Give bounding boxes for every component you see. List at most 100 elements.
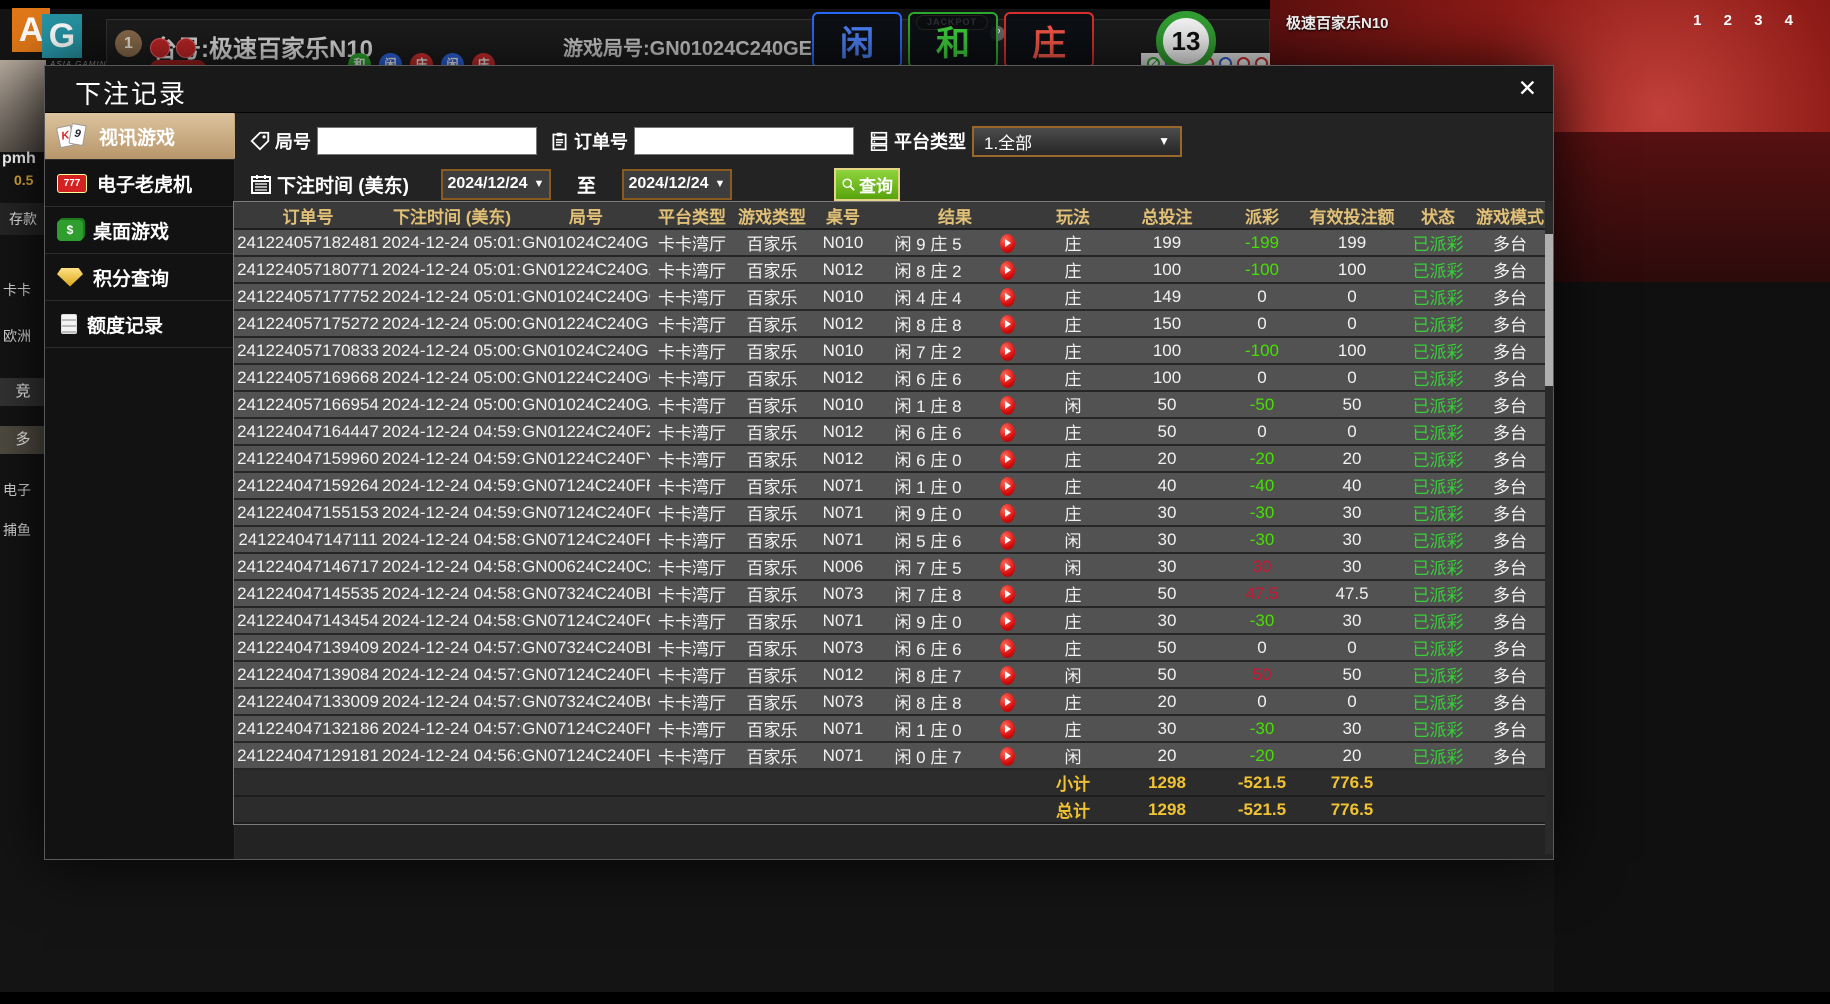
cell-bet-time: 2024-12-24 05:00:11 bbox=[382, 391, 522, 418]
date-to-value: 2024/12/24 bbox=[628, 175, 708, 193]
cell-order-id: 241224047143454 bbox=[234, 607, 382, 634]
cell-platform: 卡卡湾厅 bbox=[650, 688, 734, 715]
replay-icon[interactable] bbox=[1000, 612, 1015, 631]
cell-game-mode: 多台 bbox=[1474, 607, 1546, 634]
cell-round-id: GN07124C240FR bbox=[522, 472, 650, 499]
cell-bet-time: 2024-12-24 05:00:52 bbox=[382, 310, 522, 337]
cell-status: 已派彩 bbox=[1402, 391, 1474, 418]
table-row: 2412240471291812024-12-24 04:56:47GN0712… bbox=[234, 742, 1546, 769]
bet-area-tie[interactable]: 和 bbox=[908, 12, 998, 68]
cell-game-type: 百家乐 bbox=[734, 472, 810, 499]
platform-select[interactable]: 1.全部 ▼ bbox=[972, 126, 1182, 157]
cell-result: 闲 8 庄 8 bbox=[876, 310, 980, 337]
cell-game-mode: 多台 bbox=[1474, 445, 1546, 472]
cell-game-type: 百家乐 bbox=[734, 391, 810, 418]
replay-icon[interactable] bbox=[1000, 261, 1015, 280]
cell-total-bet: 50 bbox=[1112, 634, 1222, 661]
bet-area-player[interactable]: 闲 bbox=[812, 12, 902, 68]
replay-icon[interactable] bbox=[1000, 747, 1015, 766]
scrollbar-thumb[interactable] bbox=[1545, 234, 1553, 386]
cell-replay bbox=[980, 337, 1034, 364]
replay-icon[interactable] bbox=[1000, 720, 1015, 739]
order-filter-label: 订单号 bbox=[574, 128, 628, 154]
replay-icon[interactable] bbox=[1000, 477, 1015, 496]
cell-play-type: 庄 bbox=[1034, 256, 1112, 283]
cell-play-type: 闲 bbox=[1034, 553, 1112, 580]
replay-icon[interactable] bbox=[1000, 558, 1015, 577]
cell-total-bet: 199 bbox=[1112, 229, 1222, 256]
cell-valid-bet: 0 bbox=[1302, 283, 1402, 310]
column-header: 总投注 bbox=[1112, 202, 1222, 229]
replay-icon[interactable] bbox=[1000, 423, 1015, 442]
search-button[interactable]: 查询 bbox=[834, 168, 900, 201]
close-icon[interactable]: ✕ bbox=[1518, 75, 1537, 102]
cell-play-type: 庄 bbox=[1034, 283, 1112, 310]
bet-area-banker[interactable]: 庄 bbox=[1004, 12, 1094, 68]
cell-table-no: N073 bbox=[810, 580, 876, 607]
cell-platform: 卡卡湾厅 bbox=[650, 472, 734, 499]
cell-game-mode: 多台 bbox=[1474, 553, 1546, 580]
order-input[interactable] bbox=[634, 127, 854, 155]
cell-game-mode: 多台 bbox=[1474, 472, 1546, 499]
replay-icon[interactable] bbox=[1000, 693, 1015, 712]
summary-payout: -521.5 bbox=[1222, 769, 1302, 796]
search-button-label: 查询 bbox=[859, 172, 893, 197]
slot-machine-icon: 777 bbox=[57, 174, 87, 193]
bet-time-filter-label: 下注时间 (美东) bbox=[277, 171, 409, 198]
replay-icon[interactable] bbox=[1000, 315, 1015, 334]
sidebar-item-多[interactable]: 多 bbox=[0, 426, 46, 454]
date-to-picker[interactable]: 2024/12/24 ▼ bbox=[622, 169, 732, 200]
date-from-picker[interactable]: 2024/12/24 ▼ bbox=[441, 169, 551, 200]
sidebar-item-视讯游戏[interactable]: K9视讯游戏 bbox=[45, 113, 234, 160]
replay-icon[interactable] bbox=[1000, 639, 1015, 658]
cell-bet-time: 2024-12-24 04:57:08 bbox=[382, 715, 522, 742]
sidebar-item-积分查询[interactable]: 积分查询 bbox=[45, 254, 234, 301]
replay-icon[interactable] bbox=[1000, 396, 1015, 415]
table-row: 2412240571696682024-12-24 05:00:25GN0122… bbox=[234, 364, 1546, 391]
sidebar-item-欧洲[interactable]: 欧洲 bbox=[0, 326, 46, 346]
deposit-button[interactable]: 存款 bbox=[0, 203, 46, 235]
cell-platform: 卡卡湾厅 bbox=[650, 337, 734, 364]
cell-play-type: 庄 bbox=[1034, 229, 1112, 256]
replay-icon[interactable] bbox=[1000, 288, 1015, 307]
table-row: 2412240471644472024-12-24 04:59:56GN0122… bbox=[234, 418, 1546, 445]
cell-status: 已派彩 bbox=[1402, 310, 1474, 337]
replay-icon[interactable] bbox=[1000, 504, 1015, 523]
table-row: 2412240471434542024-12-24 04:58:05GN0712… bbox=[234, 607, 1546, 634]
cell-game-mode: 多台 bbox=[1474, 310, 1546, 337]
cell-status: 已派彩 bbox=[1402, 715, 1474, 742]
sidebar-item-label: 积分查询 bbox=[93, 264, 169, 291]
cell-bet-time: 2024-12-24 04:57:40 bbox=[382, 634, 522, 661]
replay-icon[interactable] bbox=[1000, 531, 1015, 550]
replay-icon[interactable] bbox=[1000, 585, 1015, 604]
sidebar-item-电子老虎机[interactable]: 777电子老虎机 bbox=[45, 160, 234, 207]
cell-valid-bet: 40 bbox=[1302, 472, 1402, 499]
cell-play-type: 闲 bbox=[1034, 391, 1112, 418]
cell-table-no: N071 bbox=[810, 742, 876, 769]
modal-title: 下注记录 bbox=[75, 74, 187, 111]
sidebar-item-卡卡[interactable]: 卡卡 bbox=[0, 280, 46, 300]
cell-order-id: 241224057180771 bbox=[234, 256, 382, 283]
search-icon bbox=[841, 177, 856, 192]
sidebar-item-捕鱼[interactable]: 捕鱼 bbox=[0, 520, 46, 540]
cell-round-id: GN01024C240GC bbox=[522, 283, 650, 310]
sidebar-item-电子[interactable]: 电子 bbox=[0, 480, 46, 500]
round-input[interactable] bbox=[317, 127, 537, 155]
cell-total-bet: 20 bbox=[1112, 688, 1222, 715]
cell-total-bet: 50 bbox=[1112, 418, 1222, 445]
sidebar-item-桌面游戏[interactable]: $桌面游戏 bbox=[45, 207, 234, 254]
sidebar-item-竞[interactable]: 竞 bbox=[0, 378, 46, 406]
avatar[interactable] bbox=[0, 60, 46, 152]
table-scrollbar[interactable] bbox=[1545, 201, 1553, 854]
sidebar-item-额度记录[interactable]: 额度记录 bbox=[45, 301, 234, 348]
replay-icon[interactable] bbox=[1000, 234, 1015, 253]
column-header: 订单号 bbox=[234, 202, 382, 229]
cell-platform: 卡卡湾厅 bbox=[650, 715, 734, 742]
cell-table-no: N012 bbox=[810, 256, 876, 283]
replay-icon[interactable] bbox=[1000, 342, 1015, 361]
replay-icon[interactable] bbox=[1000, 450, 1015, 469]
replay-icon[interactable] bbox=[1000, 369, 1015, 388]
replay-icon[interactable] bbox=[1000, 666, 1015, 685]
summary-valid-bet: 776.5 bbox=[1302, 796, 1402, 823]
column-header: 玩法 bbox=[1034, 202, 1112, 229]
